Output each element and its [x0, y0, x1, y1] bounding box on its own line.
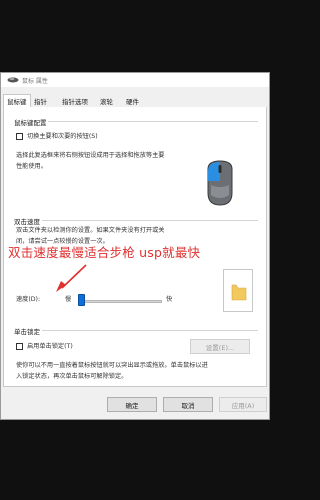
tab-hardware[interactable]: 硬件	[126, 96, 139, 106]
switch-buttons-checkbox[interactable]	[16, 133, 23, 140]
group-divider	[42, 220, 258, 221]
annotation-arrow-icon	[56, 264, 87, 292]
group-divider	[42, 330, 258, 331]
click-lock-desc-line1: 使你可以不用一直按着鼠标按钮就可以突出显示或拖放。单击鼠标以进	[16, 362, 208, 369]
tab-wheel[interactable]: 滚轮	[100, 96, 113, 106]
click-lock-label: 启用单击锁定(T)	[27, 343, 73, 350]
ok-button[interactable]: 确定	[107, 397, 157, 412]
double-click-title: 双击速度	[14, 218, 40, 226]
slow-label: 慢	[65, 296, 72, 303]
button-config-desc-line1: 选择此复选框来将右侧按钮设成用于选择和拖放等主要	[16, 152, 165, 159]
speed-slider-thumb[interactable]	[78, 294, 85, 306]
title-bar: 鼠标 属性	[1, 73, 269, 87]
click-lock-settings-button[interactable]: 设置(E)...	[190, 339, 250, 354]
click-lock-desc-line2: 入锁定状态，再次单击鼠标可解除锁定。	[16, 373, 128, 380]
tab-pointers[interactable]: 指针	[34, 96, 47, 106]
switch-buttons-label: 切换主要和次要的按钮(S)	[27, 133, 98, 140]
apply-button[interactable]: 应用(A)	[219, 397, 267, 412]
tab-pointer-options[interactable]: 指针选项	[62, 96, 88, 106]
click-lock-checkbox[interactable]	[16, 343, 23, 350]
double-click-desc-line1: 双击文件夹以检测你的设置。如果文件夹没有打开或关	[16, 227, 165, 234]
click-lock-title: 单击锁定	[14, 328, 40, 336]
button-config-desc-line2: 性能使用。	[16, 163, 47, 170]
mouse-icon	[7, 77, 19, 83]
speed-label: 速度(D):	[16, 296, 41, 303]
window-title: 鼠标 属性	[22, 78, 48, 85]
folder-icon	[231, 284, 247, 301]
tab-buttons[interactable]: 鼠标键	[3, 94, 31, 107]
group-divider	[48, 121, 258, 122]
tab-strip: 鼠标键 指针 指针选项 滚轮 硬件	[3, 94, 267, 108]
mouse-illustration-icon	[207, 160, 233, 206]
button-config-title: 鼠标键配置	[14, 119, 47, 127]
annotation-caption: 双击速度最慢适合步枪 usp就最快	[8, 245, 201, 260]
fast-label: 快	[166, 296, 173, 303]
speed-slider-track[interactable]	[78, 300, 162, 303]
test-folder-box[interactable]	[223, 269, 253, 312]
cancel-button[interactable]: 取消	[163, 397, 213, 412]
